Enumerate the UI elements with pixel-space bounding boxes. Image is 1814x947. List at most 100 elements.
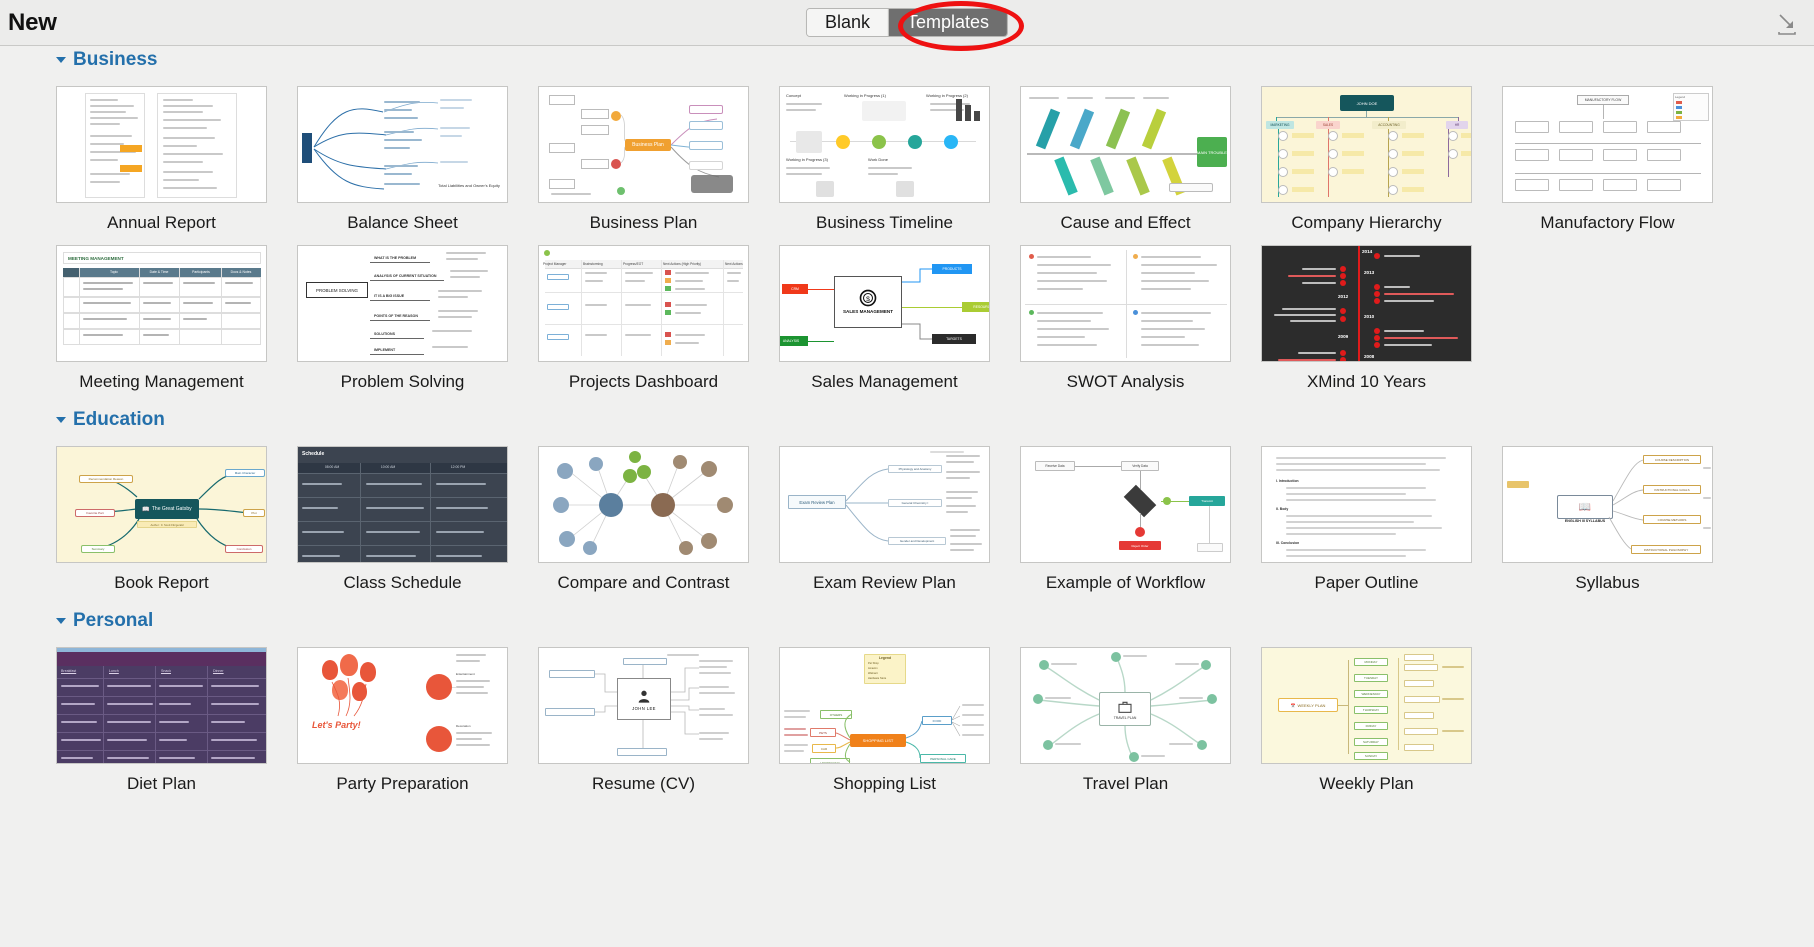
template-label: Projects Dashboard — [568, 372, 719, 391]
ew-node-2: Transmit — [1189, 496, 1225, 506]
template-label: Syllabus — [1575, 573, 1640, 592]
thumbnail-company-hierarchy: JOHN DOE MARKETING SALES ACCOUNTING HR — [1261, 86, 1472, 203]
template-label: Example of Workflow — [1045, 573, 1206, 592]
template-grid-personal: Breakfast Lunch Snack Dinner Diet Plan L… — [0, 635, 1814, 794]
ew-node-0: Receive Data — [1035, 461, 1075, 471]
ps-n4: SOLUTIONS — [374, 332, 395, 336]
template-label: XMind 10 Years — [1306, 372, 1427, 391]
template-label: Resume (CV) — [592, 774, 695, 793]
template-card-book-report[interactable]: 📖 The Great Gatsby Author : F. Scott Fit… — [56, 446, 267, 593]
xm-year-1: 2013 — [1364, 270, 1375, 275]
template-card-meeting-management[interactable]: MEETING MANAGEMENT Topic Date & Time Par… — [56, 245, 267, 392]
template-card-exam-review-plan[interactable]: Exam Review Plan Physiology and Anatomy … — [779, 446, 990, 593]
br-node-1: Recommendation Reason — [79, 475, 133, 483]
template-label: Sales Management — [811, 372, 958, 391]
template-label: Travel Plan — [1082, 774, 1169, 793]
thumbnail-swot-analysis — [1020, 245, 1231, 362]
ch-branch-1: SALES — [1316, 121, 1340, 129]
templates-scroll-area[interactable]: Business Annual Report Total Liabilities… — [0, 46, 1814, 946]
template-card-problem-solving[interactable]: PROBLEM SOLVING WHAT IS THE PROBLEM ANAL… — [297, 245, 508, 392]
view-mode-switcher[interactable]: Blank Templates — [805, 8, 1009, 37]
template-card-annual-report[interactable]: Annual Report — [56, 86, 267, 233]
chevron-down-icon — [56, 417, 66, 423]
template-card-swot-analysis[interactable]: SWOT Analysis — [1020, 245, 1231, 392]
template-card-business-timeline[interactable]: Concept Working in Progress (1) Working … — [779, 86, 990, 233]
dp-col-0: Breakfast — [61, 669, 77, 673]
template-grid-business: Annual Report Total Liabilities and Owne… — [0, 74, 1814, 392]
template-card-syllabus[interactable]: 📖 ENGLISH III SYLLABUS COURSE DESCRIPTIO… — [1502, 446, 1713, 593]
thumbnail-xmind-10-years: 2014 2013 2012 2010 2009 2008 — [1261, 245, 1472, 362]
section-header-business[interactable]: Business — [0, 46, 1814, 74]
xm-year-0: 2014 — [1362, 249, 1373, 254]
import-arrow-icon[interactable] — [1774, 12, 1800, 36]
ch-branch-2: ACCOUNTING — [1372, 121, 1406, 129]
po-sec-0: I. Introduction — [1276, 479, 1299, 483]
template-card-xmind-10-years[interactable]: 2014 2013 2012 2010 2009 2008 XMind 10 Y… — [1261, 245, 1472, 392]
ps-n1: ANALYSIS OF CURRENT SITUATION — [374, 274, 437, 278]
erp-node-2: Gender and Development — [888, 537, 946, 545]
dp-col-3: Dinner — [213, 669, 224, 673]
br-node-5: Plot — [243, 509, 265, 517]
template-grid-education: 📖 The Great Gatsby Author : F. Scott Fit… — [0, 434, 1814, 593]
template-card-sales-management[interactable]: $ SALES MANAGEMENT CRM PRODUCTS RESOURCE… — [779, 245, 990, 392]
po-sec-2: III. Conclusion — [1276, 541, 1300, 545]
template-card-paper-outline[interactable]: I. Introduction II. Body III. Conclusion… — [1261, 446, 1472, 593]
template-card-company-hierarchy[interactable]: JOHN DOE MARKETING SALES ACCOUNTING HR C… — [1261, 86, 1472, 233]
po-sec-1: II. Body — [1276, 507, 1289, 511]
template-card-diet-plan[interactable]: Breakfast Lunch Snack Dinner Diet Plan — [56, 647, 267, 794]
section-header-education[interactable]: Education — [0, 406, 1814, 434]
br-node-2: Favorite Part — [75, 509, 115, 517]
br-node-0: Main Character — [225, 469, 265, 477]
template-card-balance-sheet[interactable]: Total Liabilities and Owner's Equity Bal… — [297, 86, 508, 233]
template-label: Manufactory Flow — [1540, 213, 1675, 232]
template-card-travel-plan[interactable]: TRAVEL PLAN Travel Plan — [1020, 647, 1231, 794]
template-card-resume-cv[interactable]: JOHN LEE Resume (CV) — [538, 647, 749, 794]
ps-center: PROBLEM SOLVING — [306, 282, 368, 298]
thumbnail-meeting-management: MEETING MANAGEMENT Topic Date & Time Par… — [56, 245, 267, 362]
bt-h2: Working in Progress (1) — [844, 93, 886, 98]
chevron-down-icon — [56, 57, 66, 63]
template-label: Business Plan — [589, 213, 698, 232]
pd-col-0: Project Manager — [543, 261, 567, 266]
pd-col-4: Next Actions — [725, 261, 743, 266]
template-card-example-of-workflow[interactable]: Receive Data Verify Data Reject Order Tr… — [1020, 446, 1231, 593]
thumbnail-sales-management: $ SALES MANAGEMENT CRM PRODUCTS RESOURCE… — [779, 245, 990, 362]
ps-n2: IT IS A BIG ISSUE — [374, 294, 405, 298]
template-card-shopping-list[interactable]: Legend Pet Shop Amazon Walmart Hardware … — [779, 647, 990, 794]
thumbnail-business-plan: Business Plan — [538, 86, 749, 203]
xm-year-3: 2010 — [1364, 314, 1375, 319]
tab-templates[interactable]: Templates — [887, 9, 1008, 36]
chevron-down-icon — [56, 618, 66, 624]
template-card-manufactory-flow[interactable]: MANUFACTORY FLOW Legend Manufactory Flow — [1502, 86, 1713, 233]
thumbnail-problem-solving: PROBLEM SOLVING WHAT IS THE PROBLEM ANAL… — [297, 245, 508, 362]
template-label: Cause and Effect — [1060, 213, 1191, 232]
template-card-projects-dashboard[interactable]: Project Manager Brainstorming Progress/E… — [538, 245, 749, 392]
template-card-compare-and-contrast[interactable]: Compare and Contrast — [538, 446, 749, 593]
template-card-cause-and-effect[interactable]: MAIN TROUBLE Cause and Effect — [1020, 86, 1231, 233]
section-title-education: Education — [73, 409, 165, 430]
section-title-personal: Personal — [73, 610, 154, 631]
tab-blank[interactable]: Blank — [806, 9, 888, 36]
ps-n5: IMPLEMENT — [374, 348, 396, 352]
thumbnail-example-of-workflow: Receive Data Verify Data Reject Order Tr… — [1020, 446, 1231, 563]
thumbnail-manufactory-flow: MANUFACTORY FLOW Legend — [1502, 86, 1713, 203]
template-label: Compare and Contrast — [557, 573, 730, 592]
section-header-personal[interactable]: Personal — [0, 607, 1814, 635]
template-card-business-plan[interactable]: Business Plan Business Plan — [538, 86, 749, 233]
template-card-party-preparation[interactable]: Let's Party! Entertainment Decoration Pa… — [297, 647, 508, 794]
ps-n0: WHAT IS THE PROBLEM — [374, 256, 417, 260]
bt-h4: Working in Progress (3) — [786, 157, 828, 162]
cs-col-0: 08:00 AM — [324, 465, 340, 469]
template-label: Diet Plan — [127, 774, 196, 793]
template-card-weekly-plan[interactable]: 📅 WEEKLY PLAN MONDAY TUESDAY WEDNESDAY T… — [1261, 647, 1472, 794]
ch-root: JOHN DOE — [1356, 100, 1378, 106]
bt-h5: Work Done — [868, 157, 888, 162]
template-card-class-schedule[interactable]: Schedule 08:00 AM 10:00 AM 12:00 PM Clas… — [297, 446, 508, 593]
thumbnail-diet-plan: Breakfast Lunch Snack Dinner — [56, 647, 267, 764]
page-title: New — [8, 8, 57, 36]
pp-node-0: Entertainment — [456, 672, 475, 676]
pd-col-2: Progress/EOT — [623, 261, 644, 266]
thumbnail-book-report: 📖 The Great Gatsby Author : F. Scott Fit… — [56, 446, 267, 563]
thumbnail-syllabus: 📖 ENGLISH III SYLLABUS COURSE DESCRIPTIO… — [1502, 446, 1713, 563]
thumbnail-cause-and-effect: MAIN TROUBLE — [1020, 86, 1231, 203]
